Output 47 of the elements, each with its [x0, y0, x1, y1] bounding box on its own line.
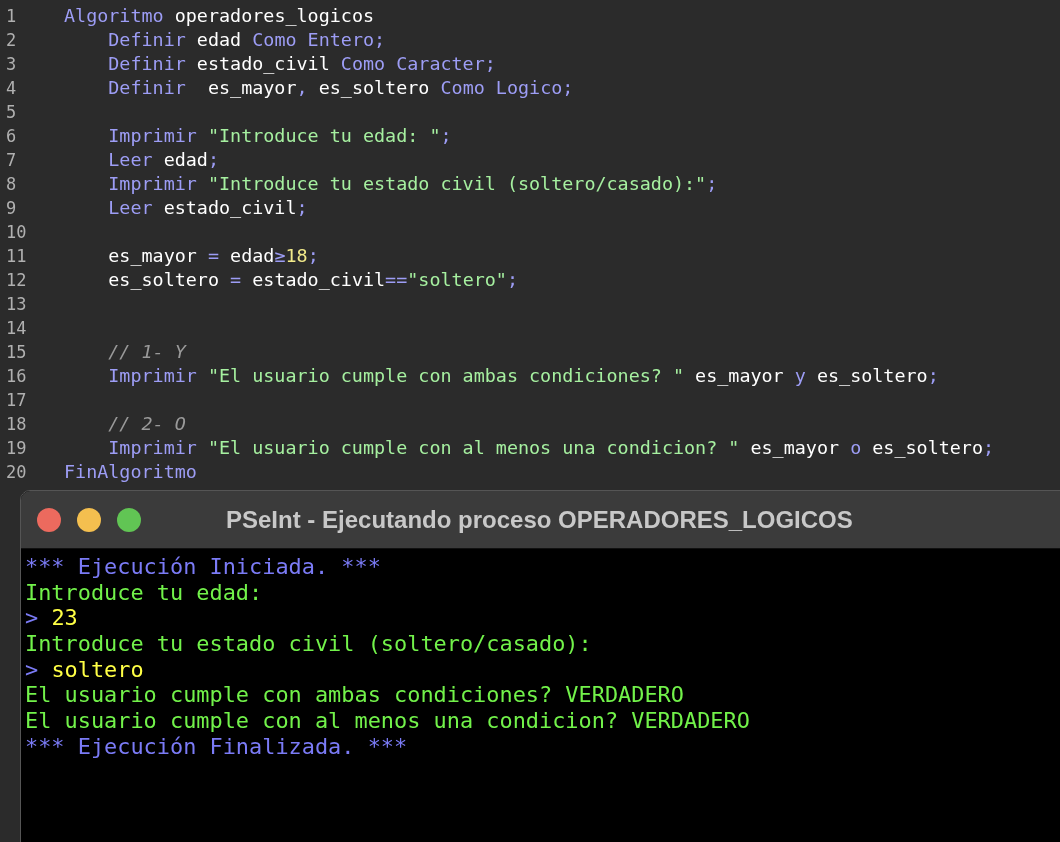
- console-line: *** Ejecución Iniciada. ***: [25, 554, 381, 579]
- line-number: 12: [5, 269, 28, 292]
- code-line: // 2- O: [107, 412, 186, 436]
- code-line: Imprimir "El usuario cumple con al menos una condicion? " es_mayor o es_soltero;: [107, 436, 995, 460]
- code-line: FinAlgoritmo: [64, 460, 197, 484]
- code-line: Leer estado_civil;: [107, 196, 308, 220]
- code-line: Imprimir "Introduce tu estado civil (soltero/casado):";: [107, 172, 718, 196]
- code-line: Imprimir "Introduce tu edad: ";: [107, 124, 452, 148]
- code-line: es_mayor = edad≥18;: [107, 244, 319, 268]
- code-line: Definir edad Como Entero;: [107, 28, 386, 52]
- line-number: 3: [5, 53, 18, 76]
- line-number: 15: [5, 341, 28, 364]
- line-number: 10: [5, 221, 28, 244]
- line-number: 16: [5, 365, 28, 388]
- zoom-button[interactable]: [117, 507, 141, 532]
- code-line: Definir es_mayor, es_soltero Como Logico;: [107, 76, 574, 100]
- line-number: 13: [5, 293, 28, 316]
- console-line: Introduce tu estado civil (soltero/casado):: [25, 631, 592, 657]
- line-number: 1: [5, 5, 18, 28]
- line-number: 11: [5, 245, 28, 268]
- line-number: 2: [5, 29, 18, 52]
- line-number: 17: [5, 389, 28, 412]
- line-number: 5: [5, 101, 18, 124]
- console-line: El usuario cumple con ambas condiciones? VERDADERO: [25, 682, 684, 708]
- console-line: Introduce tu edad:: [25, 579, 263, 605]
- minimize-button[interactable]: [77, 507, 101, 532]
- line-number: 14: [5, 317, 28, 340]
- code-line: es_soltero = estado_civil=="soltero";: [107, 268, 518, 292]
- console-line: *** Ejecución Finalizada. ***: [25, 733, 408, 759]
- code-line: Leer edad;: [107, 148, 220, 172]
- line-number: 9: [5, 197, 18, 220]
- console-input-line: > 23: [25, 605, 78, 631]
- line-number: 20: [5, 461, 28, 484]
- code-line: Definir estado_civil Como Caracter;: [107, 52, 496, 76]
- line-number: 19: [5, 437, 28, 460]
- line-number: 6: [5, 125, 18, 148]
- window-title: PSeInt - Ejecutando proceso OPERADORES_LOGICOS: [226, 505, 853, 534]
- line-number: 4: [5, 77, 18, 100]
- line-number: 7: [5, 149, 18, 172]
- console-input-line: > soltero: [25, 656, 144, 682]
- line-number: 18: [5, 413, 28, 436]
- code-line: Algoritmo operadores_logicos: [64, 4, 375, 28]
- code-line: Imprimir "El usuario cumple con ambas condiciones? " es_mayor y es_soltero;: [107, 364, 939, 388]
- console-line: El usuario cumple con al menos una condicion? VERDADERO: [25, 708, 750, 734]
- line-number: 8: [5, 173, 18, 196]
- code-line: // 1- Y: [107, 340, 186, 364]
- close-button[interactable]: [37, 507, 61, 532]
